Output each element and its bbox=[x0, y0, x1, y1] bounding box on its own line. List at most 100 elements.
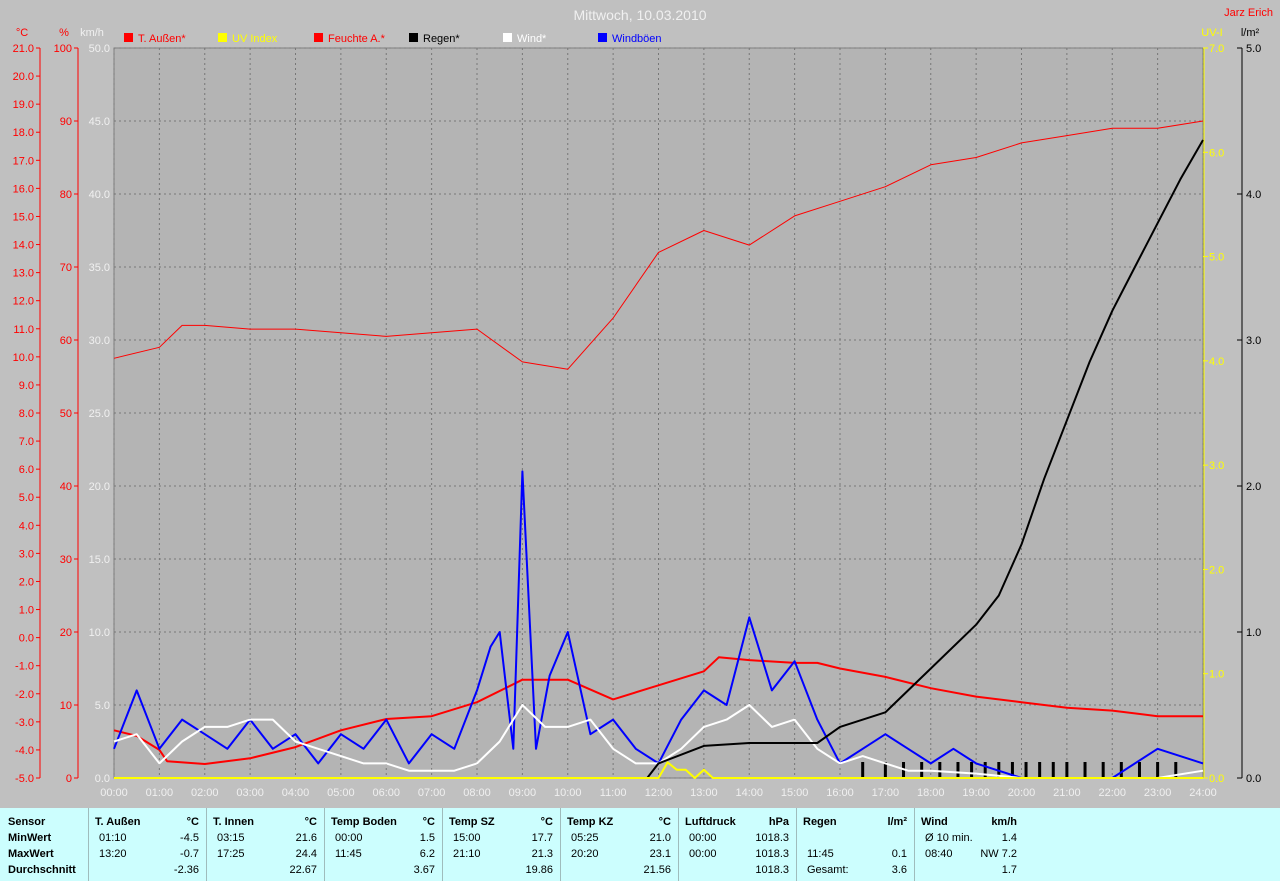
rain-bar bbox=[861, 762, 865, 778]
temp-tick-label: 9.0 bbox=[19, 380, 34, 392]
rain-bar bbox=[956, 762, 960, 778]
legend-swatch bbox=[409, 33, 418, 42]
hum-tick-label: 50 bbox=[60, 408, 72, 420]
temp-tick-label: 14.0 bbox=[13, 240, 34, 252]
hum-tick-label: 30 bbox=[60, 554, 72, 566]
temp-tick-label: 4.0 bbox=[19, 520, 34, 532]
hum-tick-label: 60 bbox=[60, 335, 72, 347]
rain-bar bbox=[1083, 762, 1087, 778]
rain-bar bbox=[1137, 762, 1141, 778]
hum-tick-label: 40 bbox=[60, 481, 72, 493]
hum-tick-label: 0 bbox=[66, 773, 72, 785]
wind-tick-label: 50.0 bbox=[89, 43, 110, 55]
stats-unit: km/h bbox=[991, 816, 1017, 828]
stats-unit: °C bbox=[186, 816, 199, 828]
hum-tick-label: 90 bbox=[60, 116, 72, 128]
x-tick-label: 21:00 bbox=[1053, 787, 1081, 799]
x-tick-label: 01:00 bbox=[146, 787, 174, 799]
stats-value: 1.5 bbox=[419, 832, 435, 844]
stats-unit: l/m² bbox=[887, 816, 907, 828]
legend-label: T. Außen* bbox=[138, 33, 186, 45]
stats-col-sensor: Sensor MinWert MaxWert Durchschnitt bbox=[0, 808, 88, 881]
stats-col: Temp KZ °C 05:25 21.0 20:20 23.1 21.56 bbox=[560, 808, 679, 881]
weather-chart: Mittwoch, 10.03.2010 Jarz Erich °C 21.0 20.0… bbox=[13, 7, 1273, 799]
stats-col: Temp Boden °C 00:00 1.5 11:45 6.2 3.67 bbox=[324, 808, 443, 881]
stats-unit: °C bbox=[422, 816, 435, 828]
uv-tick-label: 1.0 bbox=[1209, 669, 1224, 681]
rain-bar bbox=[970, 762, 974, 778]
x-tick-label: 06:00 bbox=[372, 787, 400, 799]
hum-tick-label: 70 bbox=[60, 262, 72, 274]
stats-table: Sensor MinWert MaxWert Durchschnitt T. A… bbox=[0, 808, 1280, 881]
legend-label: UV Index bbox=[232, 33, 278, 45]
x-tick-label: 14:00 bbox=[735, 787, 763, 799]
stats-value: 22.67 bbox=[289, 864, 317, 876]
uv-tick-label: 4.0 bbox=[1209, 356, 1224, 368]
x-tick-label: 11:00 bbox=[600, 787, 627, 799]
x-tick-label: 03:00 bbox=[236, 787, 264, 799]
rain-tick-label: 2.0 bbox=[1246, 481, 1261, 493]
x-tick-label: 08:00 bbox=[463, 787, 491, 799]
temp-tick-label: 6.0 bbox=[19, 464, 34, 476]
legend-swatch bbox=[218, 33, 227, 42]
temp-tick-label: 20.0 bbox=[13, 71, 34, 83]
stats-value: 21.3 bbox=[531, 848, 553, 860]
uv-tick-label: 6.0 bbox=[1209, 147, 1224, 159]
stats-row-label-avg: Durchschnitt bbox=[8, 864, 76, 876]
rain-axis-unit: l/m² bbox=[1241, 27, 1260, 39]
rain-tick-label: 0.0 bbox=[1246, 773, 1261, 785]
stats-value: -2.36 bbox=[173, 864, 199, 876]
legend-label: Feuchte A.* bbox=[328, 33, 386, 45]
temp-tick-label: 13.0 bbox=[13, 268, 34, 280]
temp-tick-label: 10.0 bbox=[13, 352, 34, 364]
stats-value: 1.4 bbox=[1001, 832, 1017, 844]
legend-label: Windböen bbox=[612, 33, 662, 45]
x-tick-label: 04:00 bbox=[282, 787, 310, 799]
wind-tick-label: 30.0 bbox=[89, 335, 110, 347]
x-tick-label: 19:00 bbox=[962, 787, 990, 799]
stats-value: 24.4 bbox=[295, 848, 317, 860]
stats-value: 1.7 bbox=[1001, 864, 1017, 876]
x-tick-label: 20:00 bbox=[1008, 787, 1036, 799]
stats-value: 21.56 bbox=[643, 864, 671, 876]
hum-tick-label: 100 bbox=[54, 43, 72, 55]
stats-unit: hPa bbox=[768, 816, 789, 828]
uv-tick-label: 3.0 bbox=[1209, 460, 1224, 472]
uv-tick-label: 7.0 bbox=[1209, 43, 1224, 55]
x-tick-label: 23:00 bbox=[1144, 787, 1172, 799]
stats-col: T. Außen °C 01:10 -4.5 13:20 -0.7 -2.36 bbox=[88, 808, 207, 881]
stats-value: NW 7.2 bbox=[980, 848, 1017, 860]
x-tick-label: 10:00 bbox=[554, 787, 582, 799]
stats-unit: °C bbox=[540, 816, 553, 828]
stats-value: -4.5 bbox=[180, 832, 199, 844]
legend-label: Regen* bbox=[423, 33, 460, 45]
rain-bar bbox=[1038, 762, 1042, 778]
temp-tick-label: 17.0 bbox=[13, 155, 34, 167]
rain-bar bbox=[938, 762, 942, 778]
temp-tick-label: -4.0 bbox=[15, 745, 34, 757]
stats-value: 21.0 bbox=[649, 832, 671, 844]
stats-value: 17.7 bbox=[531, 832, 553, 844]
legend-swatch bbox=[598, 33, 607, 42]
temp-tick-label: 19.0 bbox=[13, 99, 34, 111]
stats-unit: °C bbox=[658, 816, 671, 828]
rain-tick-label: 1.0 bbox=[1246, 627, 1261, 639]
stats-value: 21.6 bbox=[295, 832, 317, 844]
stats-value: 6.2 bbox=[419, 848, 435, 860]
wind-tick-label: 5.0 bbox=[95, 700, 110, 712]
stats-value: 23.1 bbox=[649, 848, 671, 860]
stats-unit: °C bbox=[304, 816, 317, 828]
x-tick-label: 07:00 bbox=[418, 787, 446, 799]
rain-bar bbox=[1156, 762, 1160, 778]
temp-tick-label: 8.0 bbox=[19, 408, 34, 420]
wind-tick-label: 10.0 bbox=[89, 627, 110, 639]
chart-title: Mittwoch, 10.03.2010 bbox=[573, 7, 706, 23]
stats-value: -0.7 bbox=[180, 848, 199, 860]
temp-axis-unit: °C bbox=[16, 27, 28, 39]
stats-value: 1018.3 bbox=[755, 848, 789, 860]
temp-tick-label: 11.0 bbox=[13, 324, 34, 336]
uv-axis-unit: UV-I bbox=[1201, 27, 1222, 39]
stats-col: T. Innen °C 03:15 21.6 17:25 24.4 22.67 bbox=[206, 808, 325, 881]
hum-tick-label: 10 bbox=[60, 700, 72, 712]
stats-col: Temp SZ °C 15:00 17.7 21:10 21.3 19.86 bbox=[442, 808, 561, 881]
